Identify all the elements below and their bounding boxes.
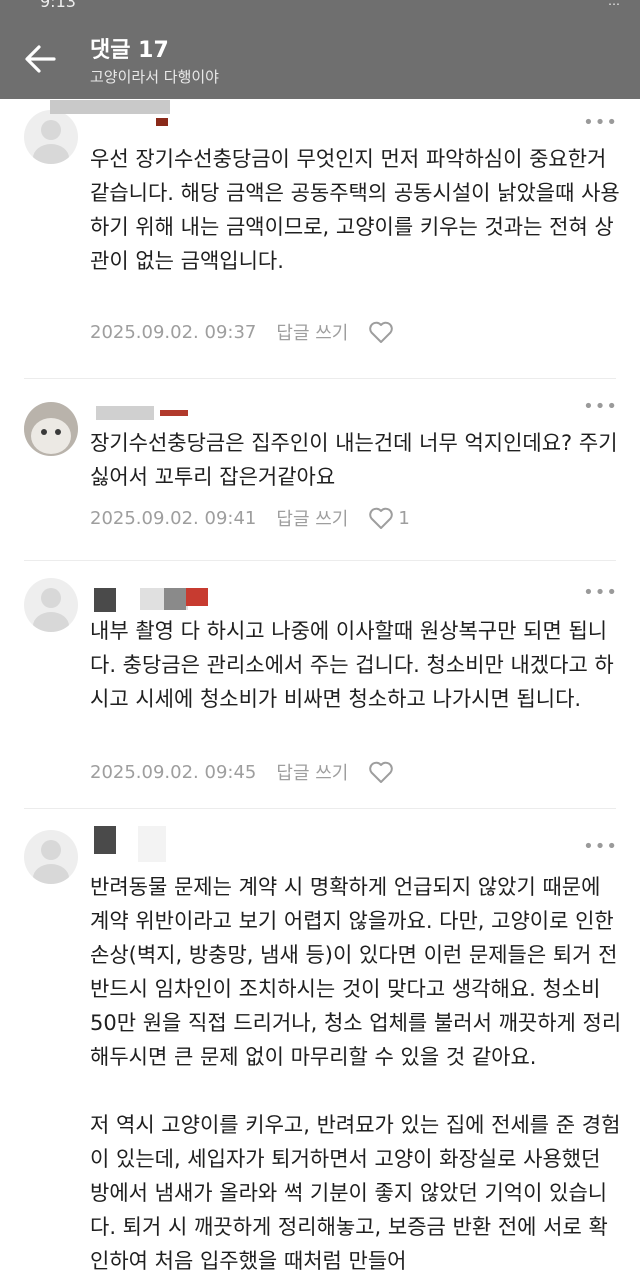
more-options-button[interactable]: ••• — [583, 396, 618, 417]
like-count: 1 — [398, 507, 410, 529]
masked-username — [96, 406, 154, 420]
masked-username — [94, 826, 116, 854]
comment-text: 내부 촬영 다 하시고 나중에 이사할때 원상복구만 되면 됩니다. 충당금은 … — [90, 619, 614, 711]
comment-meta: 2025.09.02. 09:37 답글 쓰기 — [90, 318, 398, 346]
reply-button[interactable]: 답글 쓰기 — [276, 759, 348, 785]
comment-meta: 2025.09.02. 09:41 답글 쓰기 1 — [90, 504, 410, 532]
more-options-button[interactable]: ••• — [583, 112, 618, 133]
avatar — [24, 110, 78, 164]
avatar — [24, 830, 78, 884]
like-button[interactable] — [368, 320, 398, 344]
divider — [24, 560, 616, 561]
masked-badge — [186, 588, 208, 606]
like-button[interactable] — [368, 760, 398, 784]
app-bar: 댓글 17 고양이라서 다행이야 — [0, 10, 640, 99]
reply-button[interactable]: 답글 쓰기 — [276, 319, 348, 345]
default-avatar-icon — [33, 588, 69, 632]
masked-username — [50, 100, 170, 114]
cat-avatar-icon — [24, 402, 78, 456]
back-button[interactable] — [22, 42, 62, 76]
more-options-button[interactable]: ••• — [583, 836, 618, 857]
heart-icon — [369, 321, 394, 343]
heart-icon — [369, 507, 394, 529]
more-options-button[interactable]: ••• — [583, 582, 618, 603]
comment-meta: 2025.09.02. 09:45 답글 쓰기 — [90, 758, 398, 786]
divider — [24, 378, 616, 379]
like-button[interactable]: 1 — [368, 506, 410, 530]
comment-date: 2025.09.02. 09:45 — [90, 761, 257, 783]
masked-badge — [160, 410, 188, 416]
heart-icon — [369, 761, 394, 783]
default-avatar-icon — [33, 840, 69, 884]
comment-text: 우선 장기수선충당금이 무엇인지 먼저 파악하심이 중요한거 같습니다. 해당 … — [90, 147, 620, 273]
page-subtitle: 고양이라서 다행이야 — [90, 68, 219, 86]
status-bar: 9:13 … — [0, 0, 640, 11]
comment-text: 반려동물 문제는 계약 시 명확하게 언급되지 않았기 때문에 계약 위반이라고… — [90, 875, 622, 1273]
masked-username — [94, 588, 116, 612]
avatar — [24, 578, 78, 632]
arrow-left-icon — [25, 45, 56, 73]
status-icons: … — [608, 0, 620, 8]
masked-username-part — [138, 826, 166, 862]
comment-date: 2025.09.02. 09:37 — [90, 321, 257, 343]
masked-badge — [156, 118, 168, 126]
masked-username-part — [164, 588, 186, 610]
divider — [24, 808, 616, 809]
comment-text: 장기수선충당금은 집주인이 내는건데 너무 억지인데요? 주기싫어서 꼬투리 잡… — [90, 431, 618, 489]
reply-button[interactable]: 답글 쓰기 — [276, 505, 348, 531]
default-avatar-icon — [33, 120, 69, 164]
avatar — [24, 402, 78, 456]
comment-date: 2025.09.02. 09:41 — [90, 507, 257, 529]
page-title: 댓글 17 — [90, 38, 169, 63]
